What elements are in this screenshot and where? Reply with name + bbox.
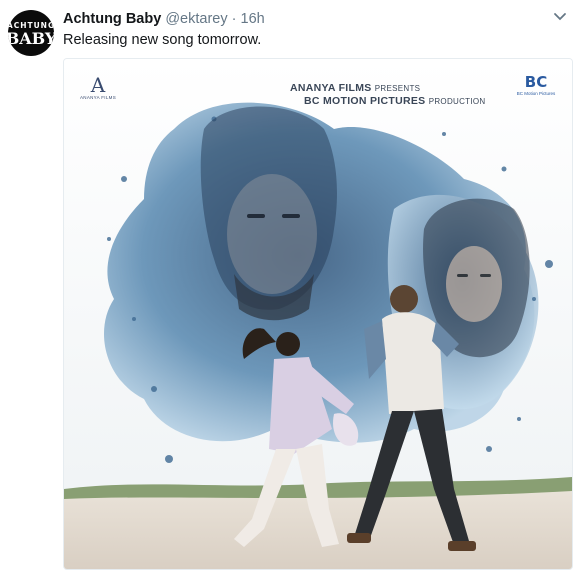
ananya-logo-mark: A — [90, 73, 106, 97]
separator-dot: · — [231, 11, 237, 27]
credit-line-1-main: ANANYA FILMS — [290, 82, 372, 94]
movie-poster-image — [64, 59, 572, 569]
tweet-timestamp[interactable]: 16h — [241, 11, 265, 27]
credit-line-2: BC MOTION PICTURES PRODUCTION — [304, 95, 485, 107]
avatar[interactable]: ACHTUNG BABY — [8, 10, 54, 56]
credit-line-1: ANANYA FILMS PRESENTS — [290, 82, 420, 94]
tweet-header: Achtung Baby @ektarey · 16h — [63, 10, 265, 28]
credit-line-1-small: PRESENTS — [374, 84, 421, 93]
user-handle[interactable]: @ektarey — [165, 11, 227, 27]
ananya-films-logo: A ANANYA FILMS — [78, 75, 118, 100]
credit-line-2-main: BC MOTION PICTURES — [304, 95, 426, 107]
avatar-text-bottom: BABY — [8, 28, 54, 48]
display-name[interactable]: Achtung Baby — [63, 11, 161, 27]
credit-line-2-small: PRODUCTION — [428, 97, 486, 106]
bc-motion-pictures-logo: BC BC Motion Pictures — [516, 73, 556, 96]
chevron-down-icon[interactable] — [553, 12, 567, 22]
bc-logo-text: BC Motion Pictures — [516, 91, 556, 96]
tweet-media-poster[interactable]: A ANANYA FILMS ANANYA FILMS PRESENTS BC … — [63, 58, 573, 570]
tweet-text: Releasing new song tomorrow. — [63, 32, 262, 48]
bc-logo-mark: BC — [524, 73, 548, 91]
ananya-logo-text: ANANYA FILMS — [79, 95, 117, 100]
